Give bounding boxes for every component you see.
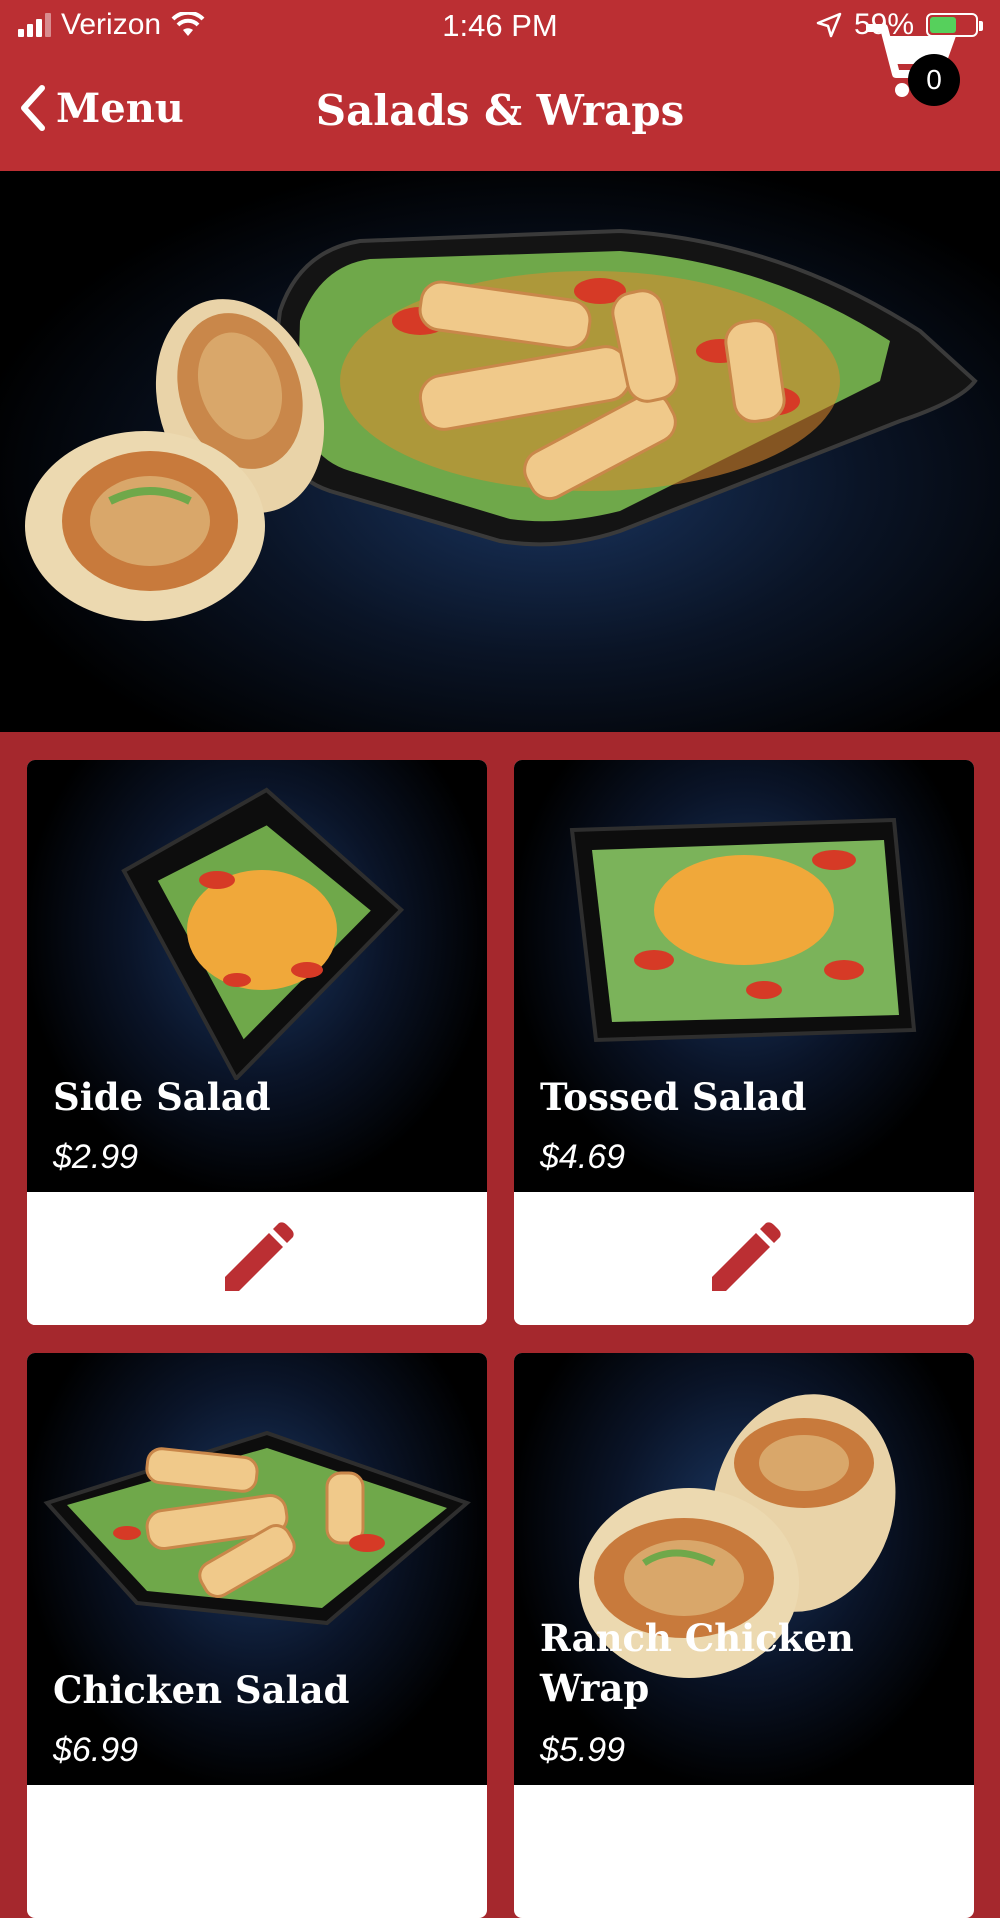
location-arrow-icon: [816, 12, 842, 38]
pencil-icon: [225, 1221, 294, 1291]
item-name: Ranch Chicken Wrap: [540, 1616, 854, 1710]
item-price: $6.99: [53, 1731, 139, 1769]
item-name: Tossed Salad: [540, 1075, 807, 1119]
page-title: Salads & Wraps: [315, 86, 685, 135]
customize-button[interactable]: [27, 1192, 487, 1325]
cart-count-badge: 0: [908, 54, 960, 106]
item-image: [514, 760, 974, 1192]
item-price: $5.99: [540, 1731, 626, 1769]
item-price: $4.69: [540, 1138, 626, 1176]
hero-food-illustration: [25, 228, 978, 621]
item-image: [27, 1353, 487, 1785]
item-name: Side Salad: [53, 1075, 271, 1119]
nav-bar: Menu Salads & Wraps: [0, 54, 1000, 171]
item-image: [514, 1353, 974, 1785]
customize-button[interactable]: [514, 1192, 974, 1325]
menu-item-card[interactable]: Tossed Salad $4.69: [514, 760, 974, 1325]
menu-item-card[interactable]: Ranch Chicken Wrap $5.99: [514, 1353, 974, 1918]
menu-item-card[interactable]: Side Salad $2.99: [27, 760, 487, 1325]
item-price: $2.99: [53, 1138, 139, 1176]
item-name: Chicken Salad: [53, 1668, 350, 1712]
hero-image: [0, 171, 1000, 732]
top-bar: Verizon 1:46 PM 59% Menu Salads & Wraps …: [0, 0, 1000, 171]
status-bar: Verizon 1:46 PM 59%: [0, 0, 1000, 54]
menu-item-card[interactable]: Chicken Salad $6.99: [27, 1353, 487, 1918]
pencil-icon: [712, 1221, 781, 1291]
item-image: [27, 760, 487, 1192]
